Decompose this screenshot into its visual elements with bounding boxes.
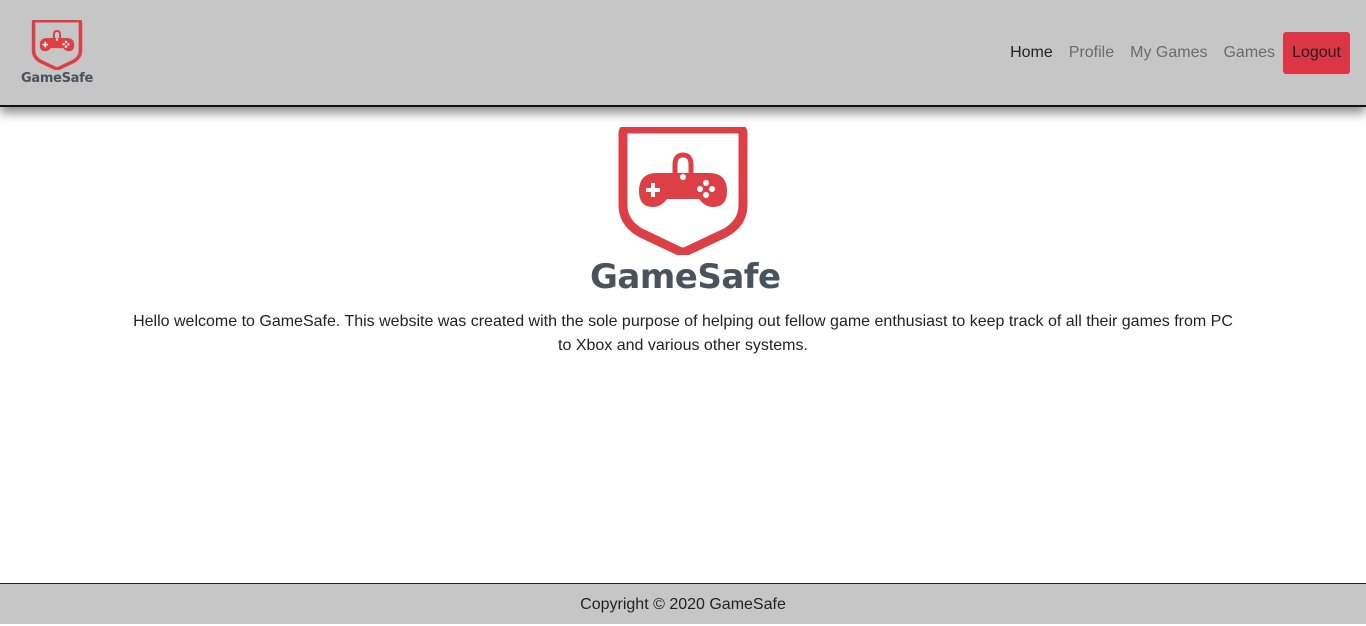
hero-title: GameSafe xyxy=(590,257,781,297)
brand-name: GameSafe xyxy=(20,71,93,86)
footer: Copyright © 2020 GameSafe xyxy=(0,583,1366,624)
brand-logo-link[interactable]: GameSafe xyxy=(18,20,96,90)
nav-item-games[interactable]: Games xyxy=(1215,32,1283,74)
top-navbar: GameSafe Home Profile My Games Games Log… xyxy=(0,0,1366,107)
shield-gamepad-icon xyxy=(29,20,85,70)
main-content: GameSafe Hello welcome to GameSafe. This… xyxy=(0,107,1366,583)
nav-item-my-games[interactable]: My Games xyxy=(1122,32,1215,74)
main-nav: Home Profile My Games Games Logout xyxy=(1002,32,1350,74)
copyright-text: Copyright © 2020 GameSafe xyxy=(580,596,786,613)
nav-item-profile[interactable]: Profile xyxy=(1061,32,1122,74)
shield-gamepad-icon xyxy=(590,127,776,255)
nav-item-home[interactable]: Home xyxy=(1002,32,1061,74)
welcome-text: Hello welcome to GameSafe. This website … xyxy=(133,313,1233,354)
hero-logo: GameSafe xyxy=(590,127,781,297)
logout-button[interactable]: Logout xyxy=(1283,32,1350,74)
